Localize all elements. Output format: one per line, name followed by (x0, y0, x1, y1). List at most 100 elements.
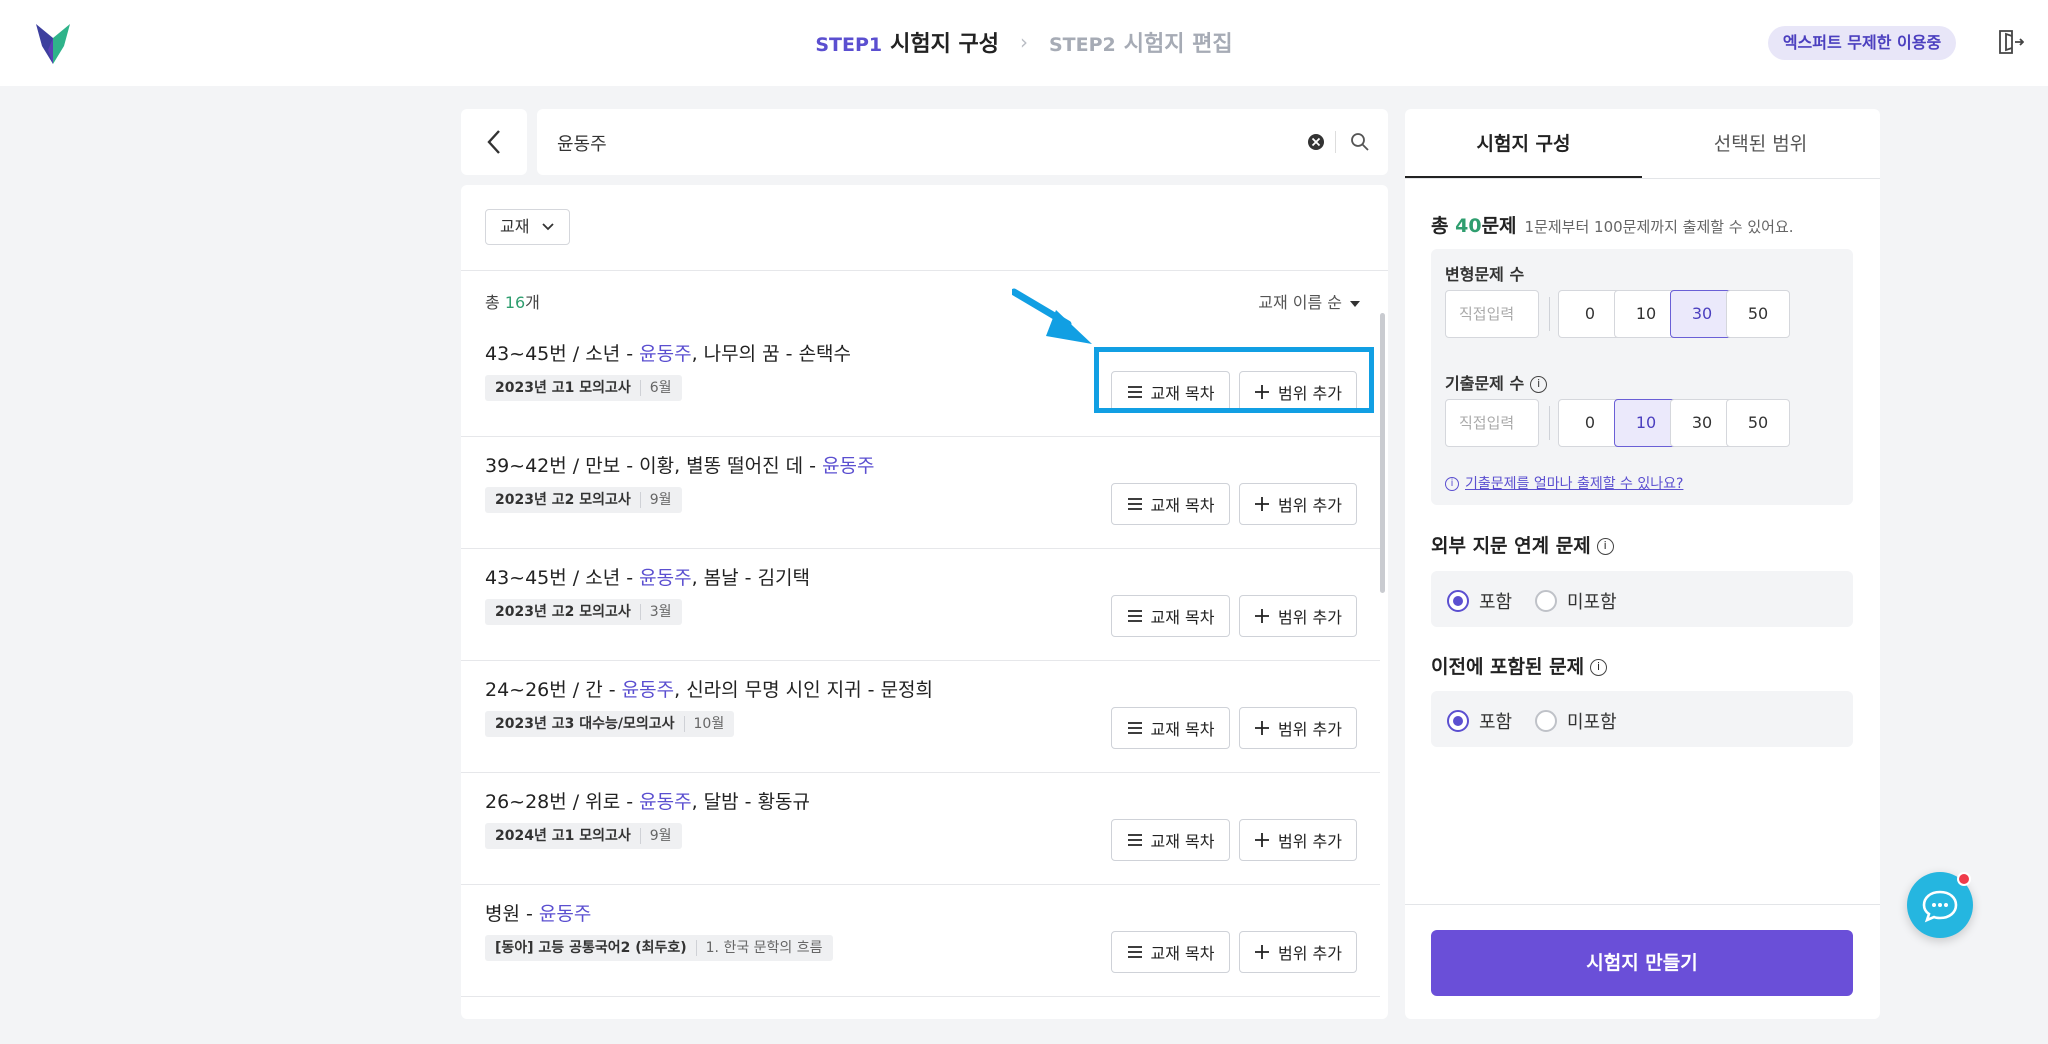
tag-detail: 9월 (639, 828, 672, 844)
variant-option-10[interactable]: 10 (1614, 290, 1678, 338)
title-text: 43~45번 / 소년 - (485, 567, 640, 589)
highlighted-keyword: 윤동주 (822, 455, 875, 477)
add-range-button[interactable]: 범위 추가 (1239, 595, 1357, 637)
plus-icon (1255, 721, 1270, 735)
settings-panel: 시험지 구성 선택된 범위 총 40문제 1문제부터 100문제까지 출제할 수 … (1405, 109, 1880, 1019)
total-hint: 1문제부터 100문제까지 출제할 수 있어요. (1524, 218, 1794, 236)
past-option-30[interactable]: 30 (1670, 399, 1734, 447)
search-input[interactable]: 윤동주 (557, 130, 607, 156)
item-title: 39~42번 / 만보 - 이황, 별똥 떨어진 데 - 윤동주 (485, 451, 875, 478)
title-text: 39~42번 / 만보 - 이황, 별똥 떨어진 데 - (485, 455, 823, 477)
sort-label: 교재 이름 순 (1258, 293, 1342, 312)
external-exclude-radio[interactable]: 미포함 (1535, 588, 1617, 614)
tab-divider (1405, 178, 1880, 179)
textbook-toc-button[interactable]: 교재 목차 (1111, 819, 1230, 861)
source-tag: [동아] 고등 공통국어2 (최두호) 1. 한국 문학의 흐름 (485, 935, 833, 961)
title-text: 26~28번 / 위로 - (485, 791, 640, 813)
past-count-input[interactable]: 직접입력 (1445, 399, 1539, 447)
tab-exam-compose[interactable]: 시험지 구성 (1405, 109, 1642, 179)
textbook-toc-button[interactable]: 교재 목차 (1111, 931, 1230, 973)
source-tag: 2024년 고1 모의고사 9월 (485, 823, 682, 849)
title-text: , 신라의 무명 시인 지귀 - 문정희 (674, 679, 934, 701)
source-tag: 2023년 고3 대수능/모의고사 10월 (485, 711, 735, 737)
step1: STEP1 시험지 구성 (815, 26, 999, 58)
variant-count-input[interactable]: 직접입력 (1445, 290, 1539, 338)
info-icon[interactable]: i (1590, 659, 1608, 676)
previous-exclude-radio[interactable]: 미포함 (1535, 708, 1617, 734)
plus-icon (1255, 945, 1270, 959)
toc-label: 교재 목차 (1150, 608, 1215, 627)
list-item: 26~28번 / 위로 - 윤동주, 달밤 - 황동규 2024년 고1 모의고사… (461, 773, 1380, 885)
chevron-left-icon (487, 130, 500, 154)
add-range-button[interactable]: 범위 추가 (1239, 483, 1357, 525)
variant-option-0[interactable]: 0 (1558, 290, 1622, 338)
textbook-toc-button[interactable]: 교재 목차 (1111, 595, 1230, 637)
past-question-help-link[interactable]: i 기출문제를 얼마나 출제할 수 있나요? (1445, 473, 1683, 493)
sort-dropdown[interactable]: 교재 이름 순 (1258, 289, 1360, 313)
back-button[interactable] (461, 109, 527, 175)
logout-icon[interactable] (1996, 28, 2024, 56)
total-number: 40 (1455, 215, 1482, 237)
variant-option-50[interactable]: 50 (1726, 290, 1790, 338)
previous-include-radio[interactable]: 포함 (1447, 708, 1512, 734)
step2-title: 시험지 편집 (1123, 32, 1233, 57)
external-passage-title-text: 외부 지문 연계 문제 (1431, 535, 1591, 557)
title-text: , 나무의 꿈 - 손택수 (691, 343, 852, 365)
source-tag: 2023년 고1 모의고사 6월 (485, 375, 682, 401)
create-exam-button[interactable]: 시험지 만들기 (1431, 930, 1853, 996)
chevron-down-icon (542, 223, 554, 231)
subscription-badge: 엑스퍼트 무제한 이용중 (1768, 26, 1956, 60)
info-icon[interactable]: i (1596, 538, 1614, 555)
count-number: 16 (504, 293, 526, 312)
item-title: 43~45번 / 소년 - 윤동주, 나무의 꿈 - 손택수 (485, 339, 851, 366)
filter-row: 교재 (461, 185, 1388, 271)
search-icon[interactable] (1349, 131, 1371, 153)
info-icon[interactable]: i (1530, 376, 1548, 393)
search-bar: 윤동주 (537, 109, 1388, 175)
source-tag: 2023년 고2 모의고사 3월 (485, 599, 682, 625)
tag-source: 2024년 고1 모의고사 (495, 828, 631, 844)
radio-selected-icon (1447, 590, 1469, 612)
notification-dot (1957, 872, 1971, 886)
past-option-10[interactable]: 10 (1614, 399, 1678, 447)
variant-option-30[interactable]: 30 (1670, 290, 1734, 338)
list-item: 24~26번 / 간 - 윤동주, 신라의 무명 시인 지귀 - 문정희 2023… (461, 661, 1380, 773)
add-range-button[interactable]: 범위 추가 (1239, 707, 1357, 749)
add-range-button[interactable]: 범위 추가 (1239, 931, 1357, 973)
filter-label: 교재 (500, 217, 530, 236)
add-range-label: 범위 추가 (1278, 720, 1342, 739)
tag-source: [동아] 고등 공통국어2 (최두호) (495, 940, 687, 956)
add-range-button[interactable]: 범위 추가 (1239, 819, 1357, 861)
radio-unselected-icon (1535, 590, 1557, 612)
external-include-radio[interactable]: 포함 (1447, 588, 1512, 614)
total-suffix: 문제 (1481, 215, 1517, 237)
tag-detail: 3월 (639, 604, 672, 620)
exclude-label: 미포함 (1567, 712, 1617, 733)
textbook-toc-button[interactable]: 교재 목차 (1111, 707, 1230, 749)
past-option-0[interactable]: 0 (1558, 399, 1622, 447)
previous-questions-radio-group: 포함 미포함 (1431, 691, 1853, 747)
variant-separator (1549, 297, 1550, 331)
previous-questions-title: 이전에 포함된 문제 i (1431, 652, 1608, 679)
title-text: 43~45번 / 소년 - (485, 343, 640, 365)
toc-label: 교재 목차 (1150, 720, 1215, 739)
title-text: , 봄날 - 김기택 (691, 567, 811, 589)
tag-detail: 6월 (639, 380, 672, 396)
textbook-filter-dropdown[interactable]: 교재 (485, 209, 570, 245)
highlighted-keyword: 윤동주 (621, 679, 675, 701)
title-text: , 달밤 - 황동규 (691, 791, 811, 813)
past-separator (1549, 406, 1550, 440)
panel-footer-divider (1405, 904, 1880, 905)
count-prefix: 총 (485, 293, 505, 312)
clear-icon[interactable] (1305, 131, 1327, 153)
item-title: 26~28번 / 위로 - 윤동주, 달밤 - 황동규 (485, 787, 810, 814)
radio-selected-icon (1447, 710, 1469, 732)
tab-selected-range[interactable]: 선택된 범위 (1642, 109, 1879, 179)
past-option-50[interactable]: 50 (1726, 399, 1790, 447)
annotation-arrow-icon (1012, 288, 1092, 344)
caret-down-icon (1350, 300, 1360, 307)
list-item: 병원 - 윤동주 [동아] 고등 공통국어2 (최두호) 1. 한국 문학의 흐름 교… (461, 885, 1380, 997)
step1-number: STEP1 (815, 34, 883, 56)
scrollbar[interactable] (1380, 313, 1385, 593)
textbook-toc-button[interactable]: 교재 목차 (1111, 483, 1230, 525)
